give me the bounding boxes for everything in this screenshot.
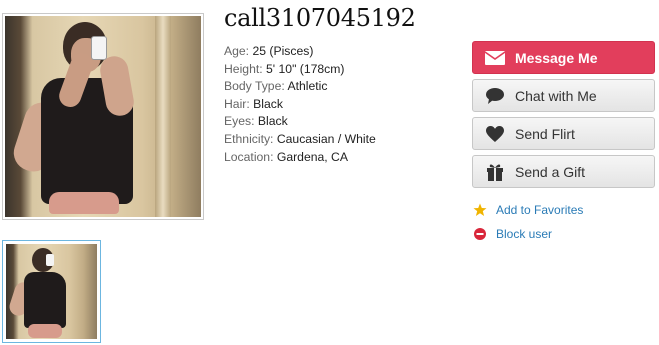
detail-ethnicity: Ethnicity: Caucasian / White (224, 131, 376, 146)
detail-age: Age: 25 (Pisces) (224, 44, 314, 58)
heart-icon (483, 124, 507, 144)
profile-photo-image (5, 16, 201, 217)
profile-actions: Message Me Chat with Me Send Flirt Send … (472, 41, 655, 193)
chat-bubble-icon (483, 86, 507, 106)
thumbnail-image (6, 244, 97, 339)
profile-details: Age: 25 (Pisces) Height: 5' 10" (178cm) … (224, 43, 376, 166)
profile-username: call3107045192 (224, 4, 416, 32)
detail-eyes: Eyes: Black (224, 114, 288, 129)
gift-icon (483, 162, 507, 182)
detail-location: Location: Gardena, CA (224, 149, 348, 164)
star-icon (472, 203, 488, 217)
add-to-favorites-link[interactable]: Add to Favorites (472, 198, 583, 222)
send-gift-button[interactable]: Send a Gift (472, 155, 655, 188)
profile-links: Add to Favorites Block user (472, 198, 583, 246)
block-icon (472, 227, 488, 241)
chat-with-me-button[interactable]: Chat with Me (472, 79, 655, 112)
block-user-link[interactable]: Block user (472, 222, 583, 246)
main-profile-photo[interactable] (2, 13, 204, 220)
detail-hair: Hair: Black (224, 96, 283, 111)
send-flirt-button[interactable]: Send Flirt (472, 117, 655, 150)
envelope-icon (483, 48, 507, 68)
detail-body-type: Body Type: Athletic (224, 79, 328, 94)
message-me-button[interactable]: Message Me (472, 41, 655, 74)
photo-thumbnail[interactable] (2, 240, 101, 343)
detail-height: Height: 5' 10" (178cm) (224, 61, 345, 76)
